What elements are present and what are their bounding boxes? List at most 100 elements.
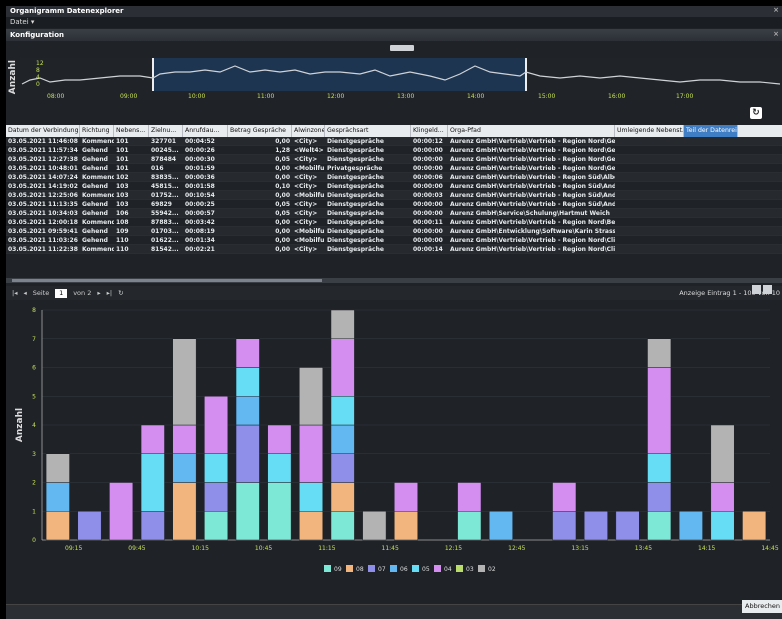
chart-xtick-label: 14:45: [761, 545, 778, 552]
table-cell: 0,00: [275, 192, 290, 199]
bar-segment-09: [457, 511, 482, 541]
table-cell: [615, 182, 738, 190]
table-cell: 103: [116, 192, 129, 199]
table-view-icon[interactable]: [763, 285, 772, 294]
table-cell: 00:00:03: [413, 192, 443, 199]
table-cell: 03.05.2021 11:57:34: [8, 147, 78, 154]
legend-label: 07: [378, 566, 386, 573]
table-row[interactable]: 03.05.2021 11:57:34 Gehend 101 00245... 00:0…: [6, 146, 782, 155]
grid-column-header[interactable]: Zielnu...: [149, 125, 183, 137]
table-cell: 00:00:00: [413, 156, 443, 163]
grid-column-header[interactable]: Datum der Verbindung: [6, 125, 80, 137]
grid-column-header[interactable]: Orga-Pfad: [448, 125, 615, 137]
table-cell: 00:01:34: [185, 237, 215, 244]
table-cell: 00:00:00: [413, 165, 443, 172]
table-cell: Dienstgespräche: [327, 147, 384, 154]
table-cell: Aurenz GmbH\Vertrieb\Vertrieb - Region N…: [450, 165, 615, 172]
table-cell: Kommend: [82, 219, 114, 226]
table-cell: 45815...: [151, 183, 179, 190]
grid-column-header[interactable]: Nebens...: [114, 125, 149, 137]
table-row[interactable]: 03.05.2021 10:48:01 Gehend 101 016 00:01:59 0…: [6, 164, 782, 173]
page-input[interactable]: 1: [55, 288, 68, 298]
table-cell: 00:00:00: [413, 147, 443, 154]
table-row[interactable]: 03.05.2021 11:13:35 Gehend 103 69829 00:00:2…: [6, 200, 782, 209]
chart-xtick-label: 13:45: [635, 545, 652, 552]
chart-type-icon[interactable]: [752, 285, 761, 294]
table-row[interactable]: 03.05.2021 11:46:08 Kommend 101 327701 00:04…: [6, 137, 782, 146]
table-cell: [615, 200, 738, 208]
grid-body: 03.05.2021 11:46:08 Kommend 101 327701 00:04…: [6, 137, 782, 254]
timeline-selection: [153, 58, 526, 91]
table-cell: Dienstgespräche: [327, 237, 384, 244]
table-cell: [615, 164, 738, 172]
table-row[interactable]: 03.05.2021 14:07:24 Kommend 102 83835... 00:…: [6, 173, 782, 182]
table-cell: 00:00:36: [185, 174, 215, 181]
legend-label: 06: [400, 566, 408, 573]
table-row[interactable]: 03.05.2021 10:34:03 Gehend 106 55942... 00:0…: [6, 209, 782, 218]
grid-column-header[interactable]: Anrufdau...: [183, 125, 228, 137]
grid-column-header[interactable]: Betrag Gespräche: [228, 125, 292, 137]
bar-segment-05: [647, 453, 672, 483]
table-cell: 00:00:14: [413, 246, 443, 253]
collapse-handle[interactable]: [390, 45, 414, 51]
cancel-button[interactable]: Abbrechen: [742, 600, 782, 613]
timeline-ylabel: Anzahl: [8, 60, 18, 95]
next-page-icon[interactable]: ▸: [97, 289, 100, 297]
table-cell: 00:01:59: [185, 165, 215, 172]
menu-file[interactable]: Datei ▾: [10, 18, 34, 26]
table-row[interactable]: 03.05.2021 11:03:26 Gehend 110 01622... 00:0…: [6, 236, 782, 245]
horizontal-scrollbar[interactable]: [6, 278, 782, 283]
table-row[interactable]: 03.05.2021 12:27:38 Gehend 101 878484 00:00:…: [6, 155, 782, 164]
reload-icon[interactable]: ↻: [118, 289, 123, 297]
table-cell: Dienstgespräche: [327, 201, 384, 208]
refresh-icon[interactable]: ↻: [750, 107, 762, 119]
chart-xtick-label: 12:45: [508, 545, 525, 552]
table-cell: 03.05.2021 11:22:38: [8, 246, 78, 253]
page-label: Seite: [32, 289, 50, 297]
last-page-icon[interactable]: ▸|: [107, 289, 112, 297]
chart-ytick-label: 8: [32, 307, 36, 314]
table-cell: 101: [116, 147, 129, 154]
legend-swatch-04: [434, 565, 441, 572]
chart-ytick-label: 0: [32, 537, 36, 544]
table-cell: Kommend: [82, 192, 114, 199]
grid-column-header[interactable]: Gesprächsart: [325, 125, 411, 137]
scrollbar-thumb[interactable]: [12, 279, 322, 282]
chart-xtick-label: 11:15: [318, 545, 335, 552]
config-header[interactable]: Konfiguration ×: [6, 29, 782, 41]
table-cell: 00:00:30: [185, 156, 215, 163]
bar-segment-09: [330, 511, 355, 541]
grid-column-header[interactable]: Umleigende Nebenst...: [615, 125, 684, 137]
table-row[interactable]: 03.05.2021 09:59:41 Gehend 109 01703... 00:0…: [6, 227, 782, 236]
table-cell: 00:00:12: [413, 138, 443, 145]
timeline-xtick: 13:00: [397, 93, 414, 100]
first-page-icon[interactable]: |◂: [12, 289, 17, 297]
table-cell: 03.05.2021 12:00:18: [8, 219, 78, 226]
bar-segment-05: [140, 453, 165, 512]
timeline-xtick: 08:00: [47, 93, 64, 100]
table-cell: Dienstgespräche: [327, 156, 384, 163]
table-cell: Dienstgespräche: [327, 174, 384, 181]
table-row[interactable]: 03.05.2021 12:25:06 Kommend 103 01752... 00:…: [6, 191, 782, 200]
grid-column-header[interactable]: Klingeld...: [411, 125, 448, 137]
table-row[interactable]: 03.05.2021 14:19:02 Gehend 103 45815... 00:0…: [6, 182, 782, 191]
grid-column-header[interactable]: Teil der Datenrei: [684, 125, 738, 137]
table-cell: 03.05.2021 11:03:26: [8, 237, 78, 244]
table-cell: [615, 155, 738, 163]
grid-column-header[interactable]: Richtung: [80, 125, 114, 137]
table-cell: 03.05.2021 09:59:41: [8, 228, 78, 235]
prev-page-icon[interactable]: ◂: [23, 289, 26, 297]
timeline-chart[interactable]: 12 8 4 0 08:00 09:00 10:00 11:00 12:00 13:00 1…: [20, 58, 782, 100]
table-cell: 69829: [151, 201, 172, 208]
table-row[interactable]: 03.05.2021 12:00:18 Kommend 108 87883... 00:…: [6, 218, 782, 227]
close-icon[interactable]: ×: [773, 6, 779, 14]
table-row[interactable]: 03.05.2021 11:22:38 Kommend 110 81542... 00:…: [6, 245, 782, 254]
table-cell: 101: [116, 156, 129, 163]
table-cell: Aurenz GmbH\Vertrieb\Vertrieb - Region S…: [450, 192, 615, 199]
table-cell: Gehend: [82, 228, 108, 235]
grid-column-header[interactable]: Alwinzone: [292, 125, 325, 137]
data-grid: Datum der Verbindung Richtung Nebens... Zie…: [6, 125, 782, 254]
chart-ytick-label: 6: [32, 365, 36, 372]
collapse-icon[interactable]: ×: [773, 30, 779, 38]
table-cell: [615, 191, 738, 199]
